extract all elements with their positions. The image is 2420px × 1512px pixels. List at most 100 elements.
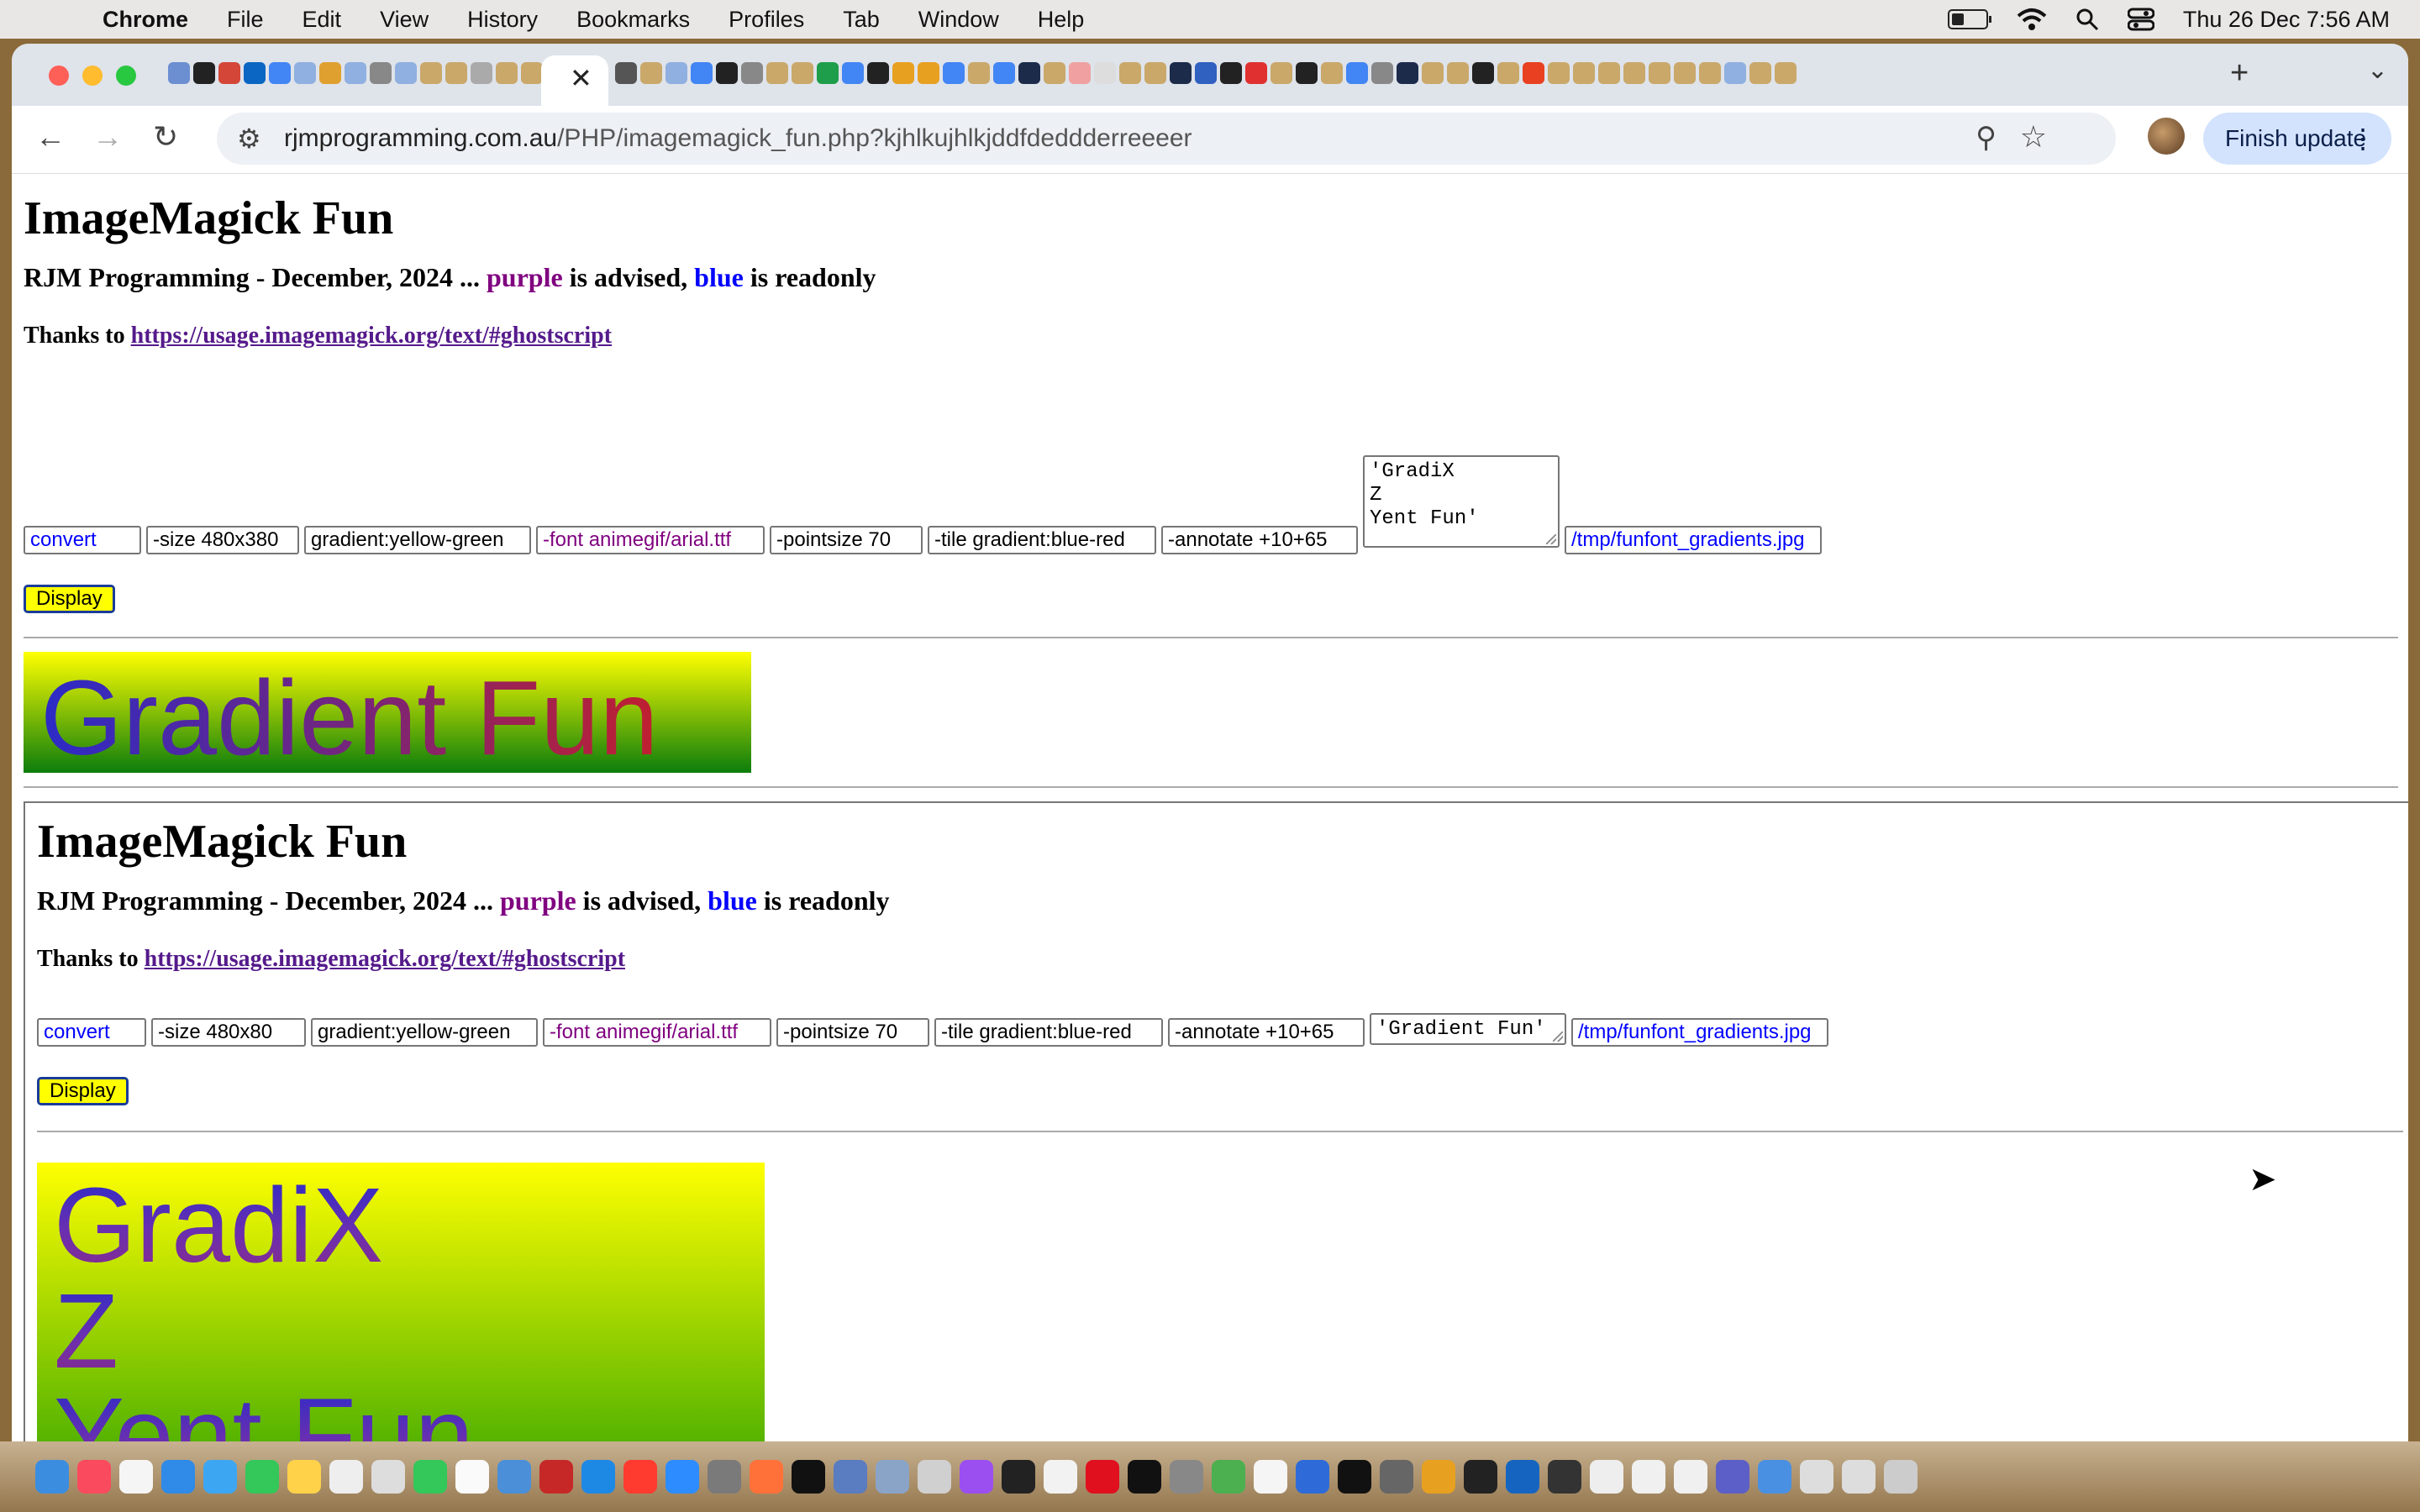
tab-favicon-icon[interactable] [1321, 62, 1343, 84]
tab-favicon-icon[interactable] [691, 62, 713, 84]
menu-edit[interactable]: Edit [302, 7, 342, 33]
back-arrow-icon[interactable]: ← [35, 119, 66, 155]
tab-favicon-icon[interactable] [269, 62, 291, 84]
embedded-iframe[interactable]: ImageMagick Fun RJM Programming - Decemb… [24, 801, 2408, 1441]
pointsize-field[interactable]: -pointsize 70 [770, 526, 923, 554]
battery-icon[interactable] [1947, 9, 1991, 29]
preview-icon[interactable] [708, 1460, 741, 1494]
pinned-tabs-right[interactable] [615, 62, 1797, 86]
system-app-icon[interactable] [1548, 1460, 1581, 1494]
tab-favicon-icon[interactable] [1069, 62, 1091, 84]
tab-favicon-icon[interactable] [1018, 62, 1040, 84]
spotlight-search-icon[interactable] [2075, 8, 2099, 31]
mail-icon[interactable] [203, 1460, 237, 1494]
menu-profiles[interactable]: Profiles [729, 7, 804, 33]
menu-bookmarks[interactable]: Bookmarks [576, 7, 690, 33]
window-thumbnail-icon[interactable] [1842, 1460, 1876, 1494]
podcasts-icon[interactable] [960, 1460, 993, 1494]
tab-favicon-icon[interactable] [666, 62, 687, 84]
tab-favicon-icon[interactable] [615, 62, 637, 84]
notes-icon[interactable] [287, 1460, 321, 1494]
terminal-icon[interactable] [1464, 1460, 1497, 1494]
iframe-pointsize-field[interactable]: -pointsize 70 [776, 1018, 929, 1047]
zoom-magnifier-icon[interactable]: ⚲ [1975, 121, 1996, 155]
menu-file[interactable]: File [227, 7, 264, 33]
finder-icon[interactable] [35, 1460, 69, 1494]
tab-favicon-icon[interactable] [294, 62, 316, 84]
facetime-icon[interactable] [413, 1460, 447, 1494]
menu-window[interactable]: Window [918, 7, 999, 33]
tab-favicon-icon[interactable] [496, 62, 518, 84]
iframe-output-field[interactable]: /tmp/funfont_gradients.jpg [1571, 1018, 1828, 1047]
reload-icon[interactable]: ↻ [153, 119, 178, 155]
menu-app-name[interactable]: Chrome [103, 7, 188, 33]
tab-favicon-icon[interactable] [370, 62, 392, 84]
active-tab[interactable]: ✕ [541, 55, 608, 106]
textedit-icon[interactable] [455, 1460, 489, 1494]
calculator-icon[interactable] [1170, 1460, 1203, 1494]
tab-favicon-icon[interactable] [345, 62, 366, 84]
iframe-thanks-link[interactable]: https://usage.imagemagick.org/text/#ghos… [145, 946, 625, 972]
tab-favicon-icon[interactable] [193, 62, 215, 84]
tab-search-chevron-icon[interactable]: ⌄ [2367, 55, 2388, 85]
news-icon[interactable] [623, 1460, 657, 1494]
tab-favicon-icon[interactable] [1724, 62, 1746, 84]
tab-favicon-icon[interactable] [993, 62, 1015, 84]
tab-favicon-icon[interactable] [1144, 62, 1166, 84]
thanks-link[interactable]: https://usage.imagemagick.org/text/#ghos… [131, 323, 612, 349]
menu-help[interactable]: Help [1038, 7, 1085, 33]
tab-favicon-icon[interactable] [792, 62, 813, 84]
annotate-field[interactable]: -annotate +10+65 [1161, 526, 1358, 554]
font-field[interactable]: -font animegif/arial.ttf [536, 526, 765, 554]
system-app-icon[interactable] [876, 1460, 909, 1494]
bbedit-icon[interactable] [918, 1460, 951, 1494]
tab-favicon-icon[interactable] [1422, 62, 1444, 84]
command-field[interactable]: convert [24, 526, 141, 554]
tile-field[interactable]: -tile gradient:blue-red [928, 526, 1156, 554]
tab-favicon-icon[interactable] [1598, 62, 1620, 84]
iframe-display-button[interactable]: Display [37, 1077, 129, 1105]
zoom-app-icon[interactable] [666, 1460, 699, 1494]
reminders-icon[interactable] [119, 1460, 153, 1494]
chrome-icon[interactable] [1212, 1460, 1245, 1494]
window-thumbnail-icon[interactable] [1800, 1460, 1833, 1494]
calendar-icon[interactable] [1044, 1460, 1077, 1494]
tab-favicon-icon[interactable] [1270, 62, 1292, 84]
iframe-font-field[interactable]: -font animegif/arial.ttf [543, 1018, 771, 1047]
iframe-annotate-field[interactable]: -annotate +10+65 [1168, 1018, 1365, 1047]
tab-favicon-icon[interactable] [1699, 62, 1721, 84]
tab-favicon-icon[interactable] [218, 62, 240, 84]
tab-favicon-icon[interactable] [1573, 62, 1595, 84]
opera-icon[interactable] [1086, 1460, 1119, 1494]
document-icon[interactable] [1674, 1460, 1707, 1494]
finish-update-button[interactable]: Finish update ⋮ [2203, 113, 2391, 165]
control-center-icon[interactable] [2127, 8, 2154, 31]
tab-favicon-icon[interactable] [1371, 62, 1393, 84]
tab-favicon-icon[interactable] [1195, 62, 1217, 84]
tab-favicon-icon[interactable] [1119, 62, 1141, 84]
tab-favicon-icon[interactable] [1674, 62, 1696, 84]
site-info-icon[interactable]: ⚙ [237, 123, 261, 155]
iframe-size-field[interactable]: -size 480x80 [151, 1018, 306, 1047]
app-store-icon[interactable] [581, 1460, 615, 1494]
tab-favicon-icon[interactable] [1523, 62, 1544, 84]
bookmark-star-icon[interactable]: ☆ [2020, 119, 2047, 155]
terminal-icon[interactable] [1128, 1460, 1161, 1494]
tab-favicon-icon[interactable] [1346, 62, 1368, 84]
maps-icon[interactable] [497, 1460, 531, 1494]
minimize-window-button[interactable] [82, 66, 103, 86]
menu-view[interactable]: View [380, 7, 429, 33]
intellij-icon[interactable] [1338, 1460, 1371, 1494]
terminal-icon[interactable] [1002, 1460, 1035, 1494]
iframe-gradient-field[interactable]: gradient:yellow-green [311, 1018, 538, 1047]
url-text[interactable]: rjmprogramming.com.au/PHP/imagemagick_fu… [284, 124, 1192, 153]
tab-favicon-icon[interactable] [1245, 62, 1267, 84]
tab-favicon-icon[interactable] [842, 62, 864, 84]
system-app-icon[interactable] [1506, 1460, 1539, 1494]
firefox-icon[interactable] [750, 1460, 783, 1494]
tab-favicon-icon[interactable] [968, 62, 990, 84]
tab-favicon-icon[interactable] [1447, 62, 1469, 84]
tab-favicon-icon[interactable] [716, 62, 738, 84]
pinned-tabs-left[interactable] [168, 62, 593, 86]
tab-favicon-icon[interactable] [817, 62, 839, 84]
